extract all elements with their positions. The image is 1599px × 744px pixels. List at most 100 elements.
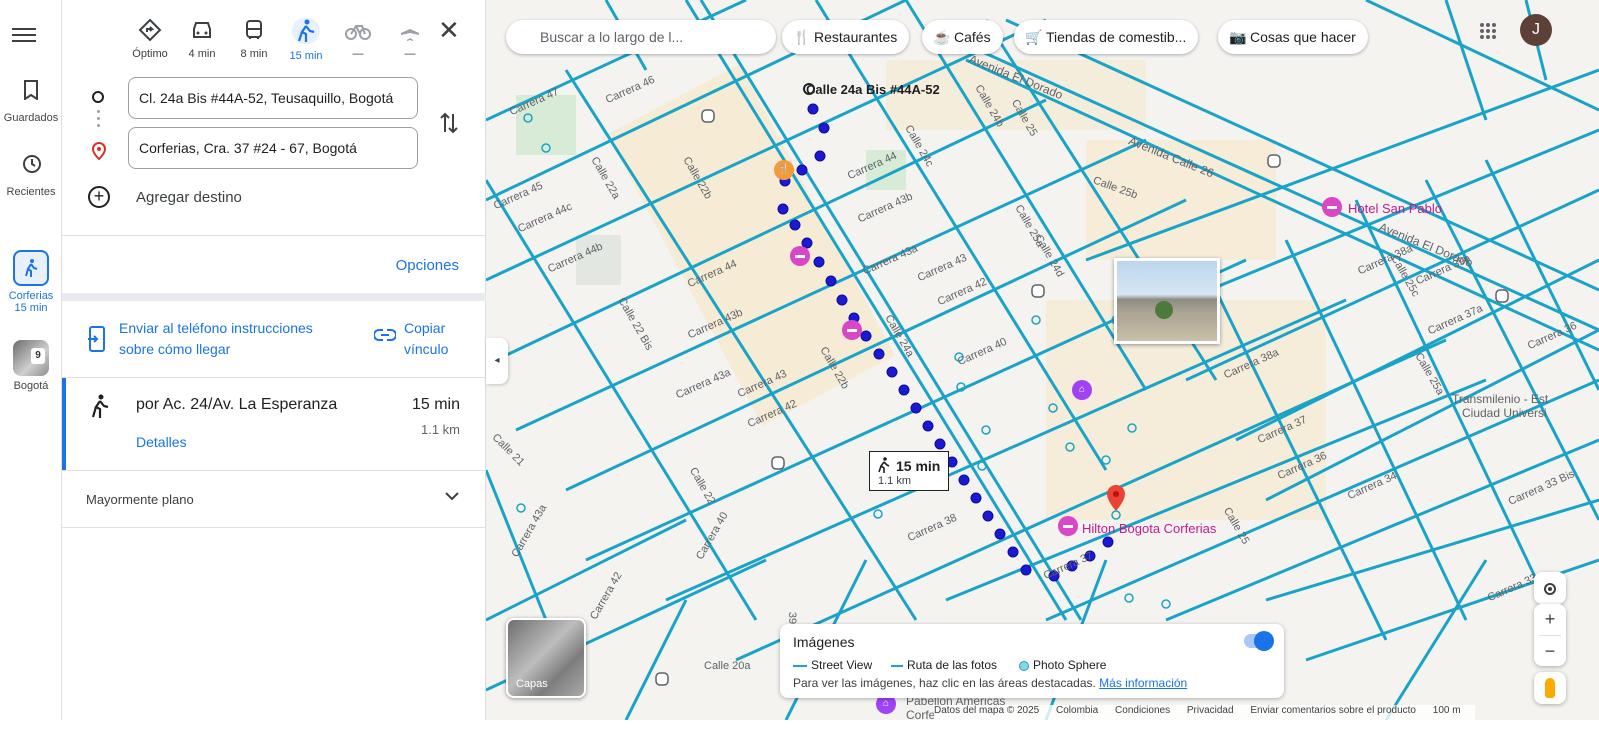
mode-flight[interactable]: — xyxy=(382,14,438,60)
images-panel: Imágenes Street View Ruta de las fotos P… xyxy=(780,624,1284,698)
terms-link[interactable]: Condiciones xyxy=(1115,705,1170,716)
add-destination-button[interactable]: Agregar destino xyxy=(136,189,242,206)
apps-grid-icon[interactable] xyxy=(1479,22,1497,40)
my-location-button[interactable] xyxy=(1534,572,1566,604)
bubble-distance: 1.1 km xyxy=(878,475,912,487)
route-time-bubble[interactable]: 15 min 1.1 km xyxy=(869,451,949,491)
terrain-info: Mayormente plano xyxy=(86,492,194,507)
layers-button[interactable]: Capas xyxy=(506,618,586,698)
collapse-panel-button[interactable]: ◂ xyxy=(486,338,508,384)
layers-label: Capas xyxy=(516,678,548,690)
chip-things-to-do[interactable]: 📷 Cosas que hacer xyxy=(1218,20,1368,54)
route-distance: 1.1 km xyxy=(420,422,460,437)
walk-icon xyxy=(91,394,109,418)
bubble-time: 15 min xyxy=(896,458,941,474)
mode-best[interactable]: Óptimo xyxy=(122,14,178,60)
add-destination-icon[interactable]: + xyxy=(88,186,110,208)
search-along-route-input[interactable]: Buscar a lo largo de l... xyxy=(506,20,776,54)
coffee-icon: ☕ xyxy=(933,29,951,45)
left-rail: Guardados Recientes Corferias 15 min 9 B… xyxy=(0,0,62,735)
route-dots xyxy=(97,110,100,131)
route-via: por Ac. 24/Av. La Esperanza xyxy=(136,396,338,413)
mode-transit[interactable]: 8 min xyxy=(226,14,282,60)
venue-pin-icon[interactable]: ⌂ xyxy=(1072,380,1092,400)
zoom-in-button[interactable]: + xyxy=(1534,604,1566,635)
destination-input[interactable]: Corferias, Cra. 37 #24 - 67, Bogotá xyxy=(128,127,418,169)
hotel-pin-icon[interactable]: ▬ xyxy=(790,246,810,266)
images-title: Imágenes xyxy=(793,634,855,650)
swap-icon[interactable] xyxy=(440,110,458,141)
street-view-preview[interactable] xyxy=(1114,258,1220,344)
chevron-down-icon[interactable] xyxy=(445,488,459,506)
destination-pin-icon xyxy=(92,142,106,160)
mode-walk[interactable]: 15 min xyxy=(278,14,334,62)
bottom-strip xyxy=(0,720,1599,744)
place-label: Transmilenio - Est xyxy=(1452,392,1549,406)
fork-knife-icon: 🍴 xyxy=(793,29,811,45)
avatar[interactable]: J xyxy=(1520,14,1552,46)
trip-corferias[interactable]: Corferias 15 min xyxy=(0,250,62,314)
place-label: Corfe xyxy=(906,708,936,720)
street-view-roads xyxy=(486,0,1599,720)
mode-car[interactable]: 4 min xyxy=(174,14,230,60)
recent-label: Recientes xyxy=(6,186,56,198)
map-footer: Datos del mapa © 2025 Colombia Condicion… xyxy=(934,705,1475,720)
recent-button[interactable]: Recientes xyxy=(0,154,62,198)
walk-icon xyxy=(878,457,890,473)
more-info-link[interactable]: Más información xyxy=(1099,676,1187,690)
details-link[interactable]: Detalles xyxy=(136,434,187,450)
street-label: 39 xyxy=(786,611,799,625)
location-icon xyxy=(1544,583,1556,596)
chip-groceries[interactable]: 🛒 Tiendas de comestib... xyxy=(1014,20,1199,54)
route-time: 15 min xyxy=(411,396,460,413)
send-to-phone-button[interactable]: Enviar al teléfono instrucciones sobre c… xyxy=(88,318,348,362)
map-canvas[interactable]: Buscar a lo largo de l... 🍴 Restaurantes … xyxy=(486,0,1599,720)
saved-button[interactable]: Guardados xyxy=(0,80,62,124)
map-data-credit: Datos del mapa © 2025 xyxy=(934,705,1040,716)
walk-icon xyxy=(13,250,49,286)
pegman-icon[interactable] xyxy=(1534,672,1566,704)
scale-label: 100 m xyxy=(1432,705,1461,716)
origin-input[interactable]: Cl. 24a Bis #44A-52, Teusaquillo, Bogotá xyxy=(128,77,418,119)
directions-panel: Óptimo 4 min 8 min 15 min — — ✕ Cl. 24a … xyxy=(62,0,486,735)
divider xyxy=(62,470,486,471)
route-option[interactable]: por Ac. 24/Av. La Esperanza 15 min 1.1 k… xyxy=(62,378,486,470)
street-label: Calle 20a xyxy=(704,660,751,672)
saved-label: Guardados xyxy=(3,112,59,124)
divider xyxy=(62,235,486,236)
menu-icon[interactable] xyxy=(12,24,36,48)
hotel-pin-icon[interactable]: ▬ xyxy=(842,320,862,340)
feedback-link[interactable]: Enviar comentarios sobre el producto xyxy=(1250,705,1416,716)
recent-place-bogota[interactable]: 9 Bogotá xyxy=(0,340,62,392)
car-icon xyxy=(193,22,211,38)
restaurant-pin-icon[interactable]: 🍴 xyxy=(774,160,794,180)
legend-street-view: Street View xyxy=(793,658,872,672)
send-phone-icon xyxy=(88,326,105,352)
privacy-link[interactable]: Privacidad xyxy=(1187,705,1234,716)
trip-title: Corferias xyxy=(8,290,54,302)
zoom-out-button[interactable]: − xyxy=(1534,636,1566,667)
cart-icon: 🛒 xyxy=(1025,29,1043,45)
bike-icon xyxy=(345,25,371,40)
hotel-pin-icon[interactable]: ▬ xyxy=(1322,197,1342,217)
hotel-san-pablo-label[interactable]: Hotel San Pablo xyxy=(1348,201,1442,216)
options-button[interactable]: Opciones xyxy=(396,257,459,274)
chip-cafes[interactable]: ☕ Cafés xyxy=(922,20,1003,54)
country-link[interactable]: Colombia xyxy=(1056,705,1098,716)
images-hint: Para ver las imágenes, haz clic en las á… xyxy=(793,676,1188,690)
copy-link-label: Copiar vínculo xyxy=(404,320,449,357)
link-icon xyxy=(374,329,396,341)
mode-bike[interactable]: — xyxy=(330,14,386,60)
place-thumbnail: 9 xyxy=(13,340,49,376)
place-label: Ciudad Universi xyxy=(1462,406,1547,420)
divider xyxy=(62,293,486,301)
hotel-pin-icon[interactable]: ▬ xyxy=(1058,516,1078,536)
hilton-label[interactable]: Hilton Bogota Corferias xyxy=(1082,521,1216,536)
history-icon xyxy=(0,154,62,180)
close-icon[interactable]: ✕ xyxy=(438,17,460,43)
bookmark-icon xyxy=(0,80,62,106)
images-toggle[interactable] xyxy=(1244,631,1274,651)
start-label: Calle 24a Bis #44A-52 xyxy=(806,82,940,97)
trip-time: 15 min xyxy=(14,302,48,314)
chip-restaurants[interactable]: 🍴 Restaurantes xyxy=(782,20,910,54)
